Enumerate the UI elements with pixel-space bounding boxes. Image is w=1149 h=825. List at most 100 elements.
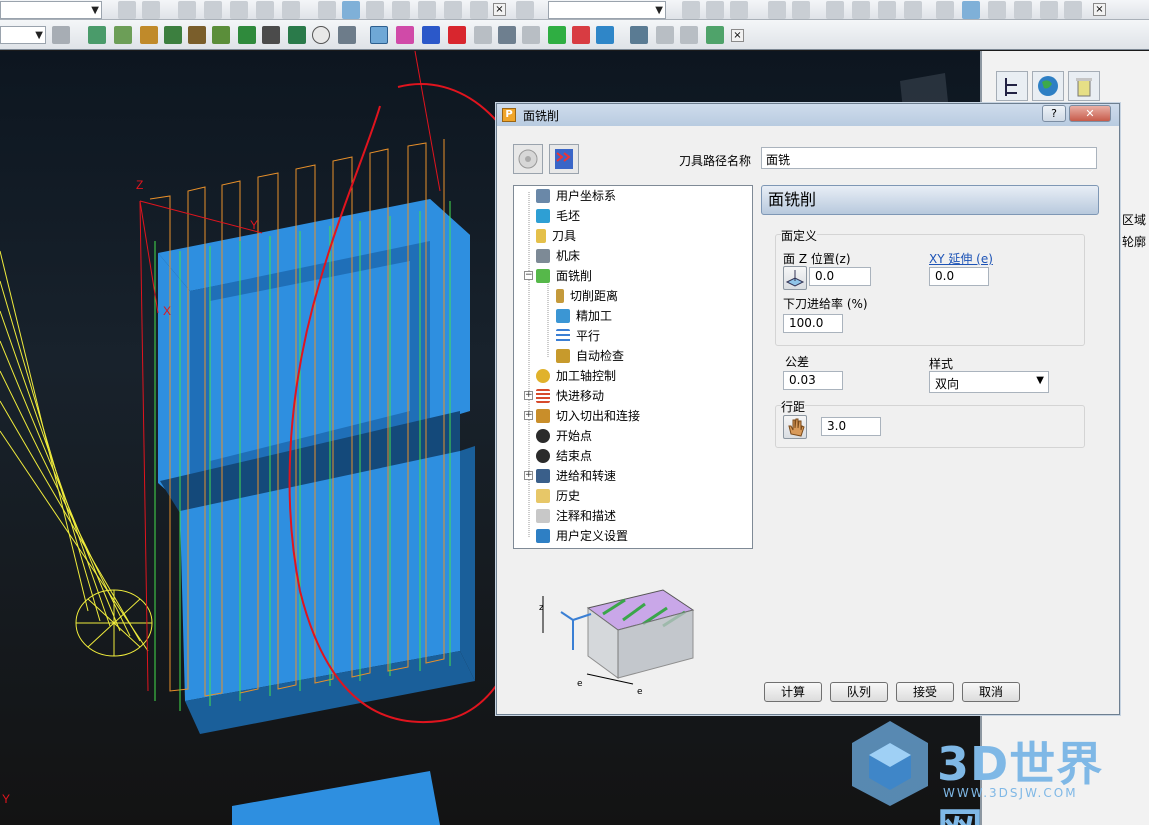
toolbar-icon[interactable]: [342, 1, 360, 19]
toolpath-strategy-button[interactable]: [549, 144, 579, 174]
toolbar-icon[interactable]: [1040, 1, 1058, 19]
toolbar-icon[interactable]: [498, 26, 516, 44]
toolbar-icon[interactable]: [256, 1, 274, 19]
toolbar-icon[interactable]: [370, 26, 388, 44]
toolbar-icon[interactable]: [288, 26, 306, 44]
stepover-pick-button[interactable]: [783, 415, 807, 439]
tree-item-cut-distance[interactable]: 切削距离: [556, 286, 618, 306]
toolbar-icon[interactable]: [522, 26, 540, 44]
toolbar-icon[interactable]: [230, 1, 248, 19]
toolbar-icon[interactable]: [114, 26, 132, 44]
tree-item-parallel[interactable]: 平行: [556, 326, 600, 346]
toolbar-icon[interactable]: [282, 1, 300, 19]
toolbar-combo-mode[interactable]: ▼: [0, 26, 46, 44]
close-button[interactable]: ✕: [1069, 105, 1111, 122]
toolbar-icon[interactable]: [164, 26, 182, 44]
tree-item-axis-control[interactable]: 加工轴控制: [536, 366, 616, 386]
tree-item-feeds-speeds[interactable]: 进给和转速: [536, 466, 616, 486]
toolbar-icon[interactable]: [178, 1, 196, 19]
cancel-button[interactable]: 取消: [962, 682, 1020, 702]
tree-item-rapid-move[interactable]: 快进移动: [536, 386, 604, 406]
tree-item-end-point[interactable]: 结束点: [536, 446, 592, 466]
toolbar-icon[interactable]: [680, 26, 698, 44]
tree-item-finishing[interactable]: 精加工: [556, 306, 612, 326]
queue-button[interactable]: 队列: [830, 682, 888, 702]
toolbar-icon[interactable]: [52, 26, 70, 44]
style-select[interactable]: 双向 ▼: [929, 371, 1049, 393]
toolbar-icon[interactable]: [988, 1, 1006, 19]
toolbar-icon[interactable]: [826, 1, 844, 19]
toolbar-icon[interactable]: [444, 1, 462, 19]
tree-item-block[interactable]: 毛坯: [536, 206, 580, 226]
tree-item-machine[interactable]: 机床: [536, 246, 580, 266]
toolbar-combo-right[interactable]: ▼: [548, 1, 666, 19]
tree-item-history[interactable]: 历史: [536, 486, 580, 506]
toolbar-icon[interactable]: [630, 26, 648, 44]
tree-item-ucs[interactable]: 用户坐标系: [536, 186, 616, 206]
xy-extend-label[interactable]: XY 延伸 (e): [929, 250, 993, 267]
toolbar-icon[interactable]: [318, 1, 336, 19]
toolbar-icon[interactable]: [852, 1, 870, 19]
toolbar-icon[interactable]: [422, 26, 440, 44]
clock-icon[interactable]: [312, 26, 330, 44]
toolbar-icon[interactable]: [904, 1, 922, 19]
toolbar-icon[interactable]: [572, 26, 590, 44]
toolpath-library-button[interactable]: [513, 144, 543, 174]
toolbar-icon[interactable]: [474, 26, 492, 44]
toolbar-icon[interactable]: [656, 26, 674, 44]
toolbar-icon[interactable]: [730, 1, 748, 19]
toolbar-icon[interactable]: [238, 26, 256, 44]
close-icon[interactable]: ×: [731, 29, 744, 42]
toolbar-icon[interactable]: [204, 1, 222, 19]
toolbar-icon[interactable]: [448, 26, 466, 44]
toolpath-name-input[interactable]: 面铣: [761, 147, 1097, 169]
toolbar-icon[interactable]: [682, 1, 700, 19]
toolbar-icon[interactable]: [142, 1, 160, 19]
tree-item-face-milling[interactable]: 面铣削: [536, 266, 592, 286]
toolbar-icon[interactable]: [548, 26, 566, 44]
plunge-rate-input[interactable]: 100.0: [783, 314, 843, 333]
tree-item-auto-check[interactable]: 自动检查: [556, 346, 624, 366]
face-z-input[interactable]: 0.0: [809, 267, 871, 286]
tree-expand-rapid-move[interactable]: +: [524, 391, 533, 400]
toolbar-icon[interactable]: [188, 26, 206, 44]
toolbar-icon[interactable]: [706, 1, 724, 19]
toolbar-icon[interactable]: [878, 1, 896, 19]
toolbar-icon[interactable]: [962, 1, 980, 19]
toolbar-icon[interactable]: [392, 1, 410, 19]
toolbar-icon[interactable]: [1014, 1, 1032, 19]
toolbar-icon[interactable]: [768, 1, 786, 19]
tree-item-leads-links[interactable]: 切入切出和连接: [536, 406, 640, 426]
tree-collapse-face-milling[interactable]: −: [524, 271, 533, 280]
toolbar-icon[interactable]: [212, 26, 230, 44]
toolbar-icon[interactable]: [516, 1, 534, 19]
dialog-titlebar[interactable]: P 面铣削 ? ✕: [497, 104, 1119, 126]
toolbar-combo-left[interactable]: ▼: [0, 1, 102, 19]
toolbar-icon[interactable]: [706, 26, 724, 44]
tree-expand-leads-links[interactable]: +: [524, 411, 533, 420]
toolbar-icon[interactable]: [470, 1, 488, 19]
tab-tree[interactable]: [996, 71, 1028, 101]
toolbar-icon[interactable]: [1064, 1, 1082, 19]
toolbar-icon[interactable]: [418, 1, 436, 19]
tree-item-tool[interactable]: 刀具: [536, 226, 576, 246]
xy-extend-input[interactable]: 0.0: [929, 267, 989, 286]
toolbar-icon[interactable]: [338, 26, 356, 44]
tree-expand-feeds-speeds[interactable]: +: [524, 471, 533, 480]
toolbar-icon[interactable]: [596, 26, 614, 44]
calculate-button[interactable]: 计算: [764, 682, 822, 702]
toolbar-icon[interactable]: [792, 1, 810, 19]
toolbar-icon[interactable]: [140, 26, 158, 44]
tree-item-user-settings[interactable]: 用户定义设置: [536, 526, 628, 546]
stepover-input[interactable]: 3.0: [821, 417, 881, 436]
tab-globe[interactable]: [1032, 71, 1064, 101]
tree-item-notes[interactable]: 注释和描述: [536, 506, 616, 526]
toolbar-icon[interactable]: [118, 1, 136, 19]
tolerance-input[interactable]: 0.03: [783, 371, 843, 390]
close-icon[interactable]: ×: [1093, 3, 1106, 16]
tab-recycle[interactable]: [1068, 71, 1100, 101]
toolbar-icon[interactable]: [396, 26, 414, 44]
toolbar-icon[interactable]: [936, 1, 954, 19]
toolbar-icon[interactable]: [88, 26, 106, 44]
toolbar-icon[interactable]: [262, 26, 280, 44]
